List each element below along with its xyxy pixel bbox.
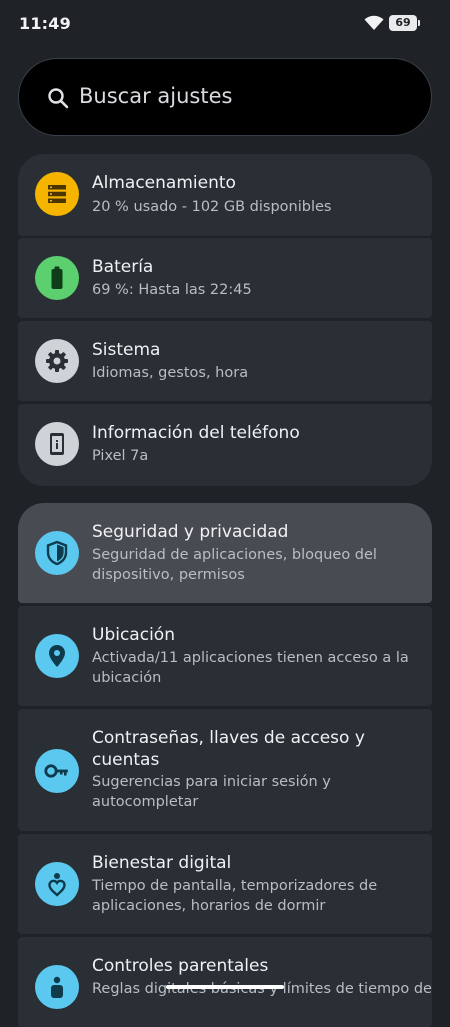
gear-icon [35,339,79,383]
battery-icon: 69 [389,15,417,31]
item-title: Contraseñas, llaves de acceso y cuentas [92,728,365,770]
item-title: Ubicación [92,625,175,645]
settings-item-storage[interactable]: Almacenamiento 20 % usado - 102 GB dispo… [18,154,432,236]
settings-item-phone-info[interactable]: Información del teléfono Pixel 7a [18,404,432,486]
item-subtitle: Sugerencias para iniciar sesión y autoco… [92,774,331,810]
item-title: Batería [92,257,154,277]
item-subtitle: Idiomas, gestos, hora [92,365,249,381]
battery-tip [418,20,420,26]
battery-full-icon [35,256,79,300]
key-icon [35,749,79,793]
item-subtitle: Pixel 7a [92,448,149,464]
item-subtitle: Reglas digitales básicas y límites de ti… [92,981,432,997]
phone-info-icon [35,422,79,466]
search-input[interactable]: Buscar ajustes [79,84,232,108]
item-subtitle: Tiempo de pantalla, temporizadores de ap… [92,878,378,914]
location-pin-icon [35,634,79,678]
shield-icon [35,531,79,575]
settings-item-location[interactable]: Ubicación Activada/11 aplicaciones tiene… [18,606,432,706]
item-title: Sistema [92,340,161,360]
storage-icon [35,172,79,216]
item-title: Almacenamiento [92,173,236,193]
status-time: 11:49 [19,14,71,33]
item-subtitle: 69 %: Hasta las 22:45 [92,282,252,298]
status-bar: 11:49 69 [0,0,450,48]
item-subtitle: Activada/11 aplicaciones tienen acceso a… [92,650,409,686]
heart-person-icon [35,862,79,906]
settings-item-security-privacy[interactable]: Seguridad y privacidad Seguridad de apli… [18,503,432,603]
settings-item-passwords[interactable]: Contraseñas, llaves de acceso y cuentas … [18,709,432,831]
child-icon [35,965,79,1009]
wifi-icon [364,15,384,31]
item-title: Información del teléfono [92,423,300,443]
settings-item-digital-wellbeing[interactable]: Bienestar digital Tiempo de pantalla, te… [18,834,432,934]
item-title: Controles parentales [92,956,269,976]
item-title: Seguridad y privacidad [92,522,289,542]
settings-item-parental-controls[interactable]: Controles parentales Reglas digitales bá… [18,937,432,1027]
item-title: Bienestar digital [92,853,232,873]
search-icon [47,87,69,109]
home-indicator[interactable] [166,985,284,989]
item-subtitle: Seguridad de aplicaciones, bloqueo del d… [92,547,377,583]
settings-item-system[interactable]: Sistema Idiomas, gestos, hora [18,321,432,401]
item-subtitle: 20 % usado - 102 GB disponibles [92,199,332,215]
search-bar[interactable]: Buscar ajustes [18,58,432,136]
settings-item-battery[interactable]: Batería 69 %: Hasta las 22:45 [18,238,432,318]
